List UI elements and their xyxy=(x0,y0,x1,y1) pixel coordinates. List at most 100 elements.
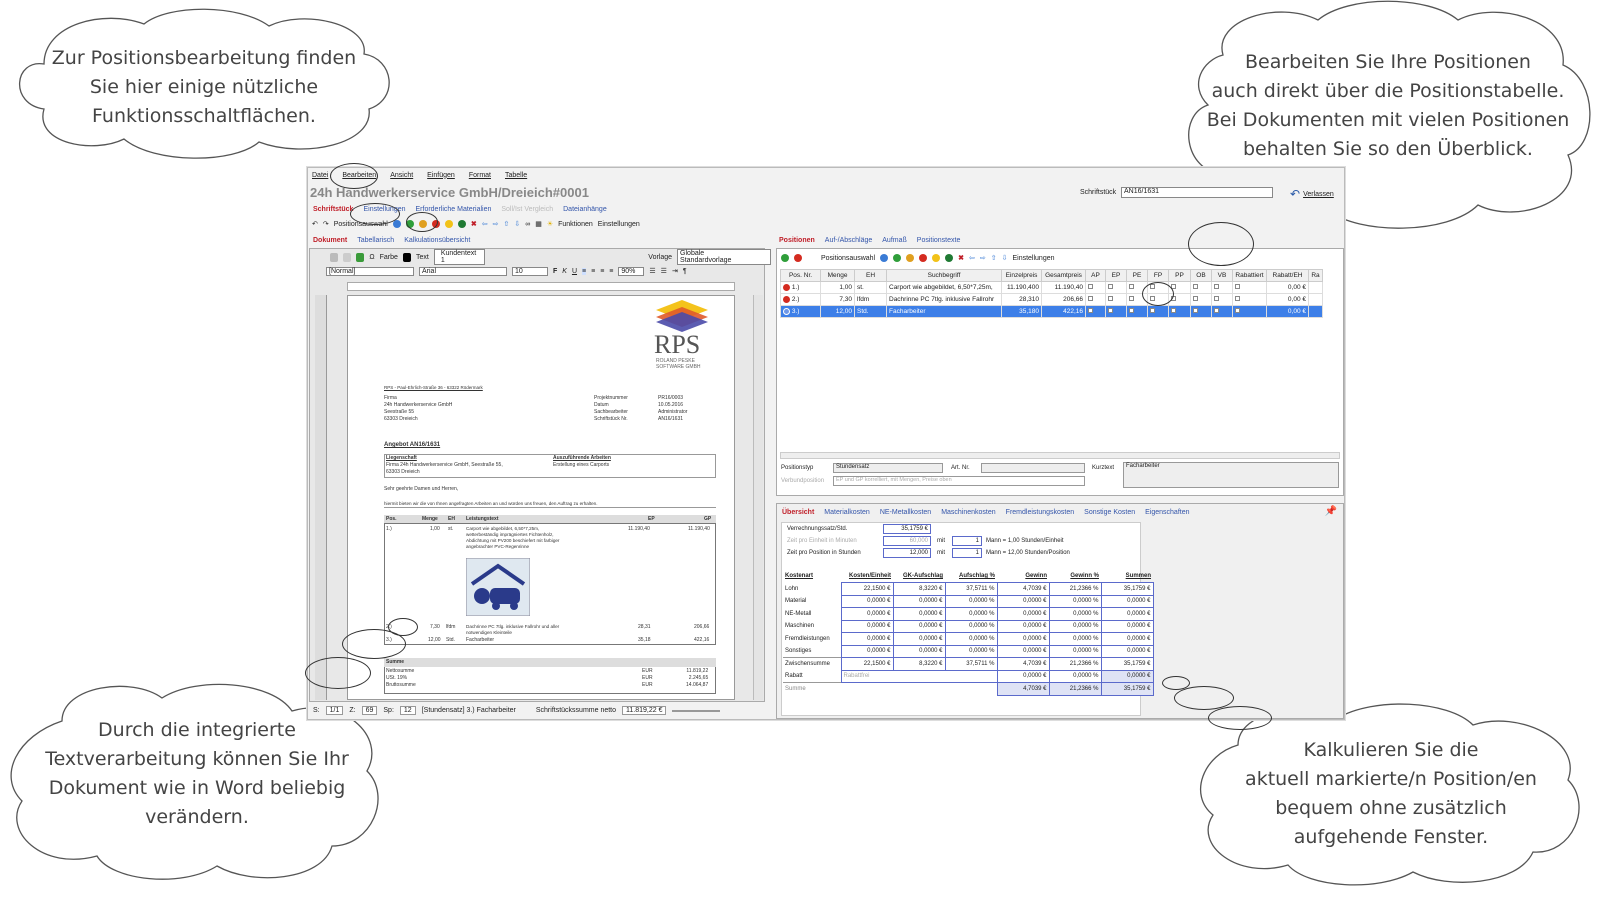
th-gesamtpreis[interactable]: Gesamtpreis xyxy=(1041,269,1086,282)
checkbox-ob[interactable] xyxy=(1193,284,1198,289)
cell-ep[interactable]: 35,180 xyxy=(1001,305,1042,318)
men-field-2[interactable]: 1 xyxy=(952,548,982,558)
th-eh[interactable]: EH xyxy=(854,269,887,282)
type-field[interactable]: Stundensatz xyxy=(833,463,943,473)
cost-gk[interactable]: 0,0000 € xyxy=(892,607,946,621)
subtotal-gk[interactable]: 8,3220 € xyxy=(892,657,946,671)
arrow-left-icon[interactable]: ⇦ xyxy=(482,220,488,228)
checkbox-ep[interactable] xyxy=(1108,284,1113,289)
checkbox-rabattiert[interactable] xyxy=(1235,284,1240,289)
subtotal-sum[interactable]: 35,1759 € xyxy=(1100,657,1154,671)
add-position-icon[interactable] xyxy=(781,254,789,262)
cost-gewinn-pct[interactable]: 0,0000 % xyxy=(1048,644,1102,658)
cost-gk[interactable]: 0,0000 € xyxy=(892,644,946,658)
document-page[interactable]: RPS ROLAND PESKE SOFTWARE GMBH RPS - Pau… xyxy=(347,295,735,700)
text-select[interactable]: Kundentext 1 xyxy=(433,249,486,265)
checkbox-ob[interactable] xyxy=(1193,296,1198,301)
th-vb[interactable]: VB xyxy=(1211,269,1233,282)
cell-search[interactable]: Facharbeiter xyxy=(886,305,1002,318)
menu-einfuegen[interactable]: Einfügen xyxy=(427,172,455,179)
cost-aufschlag[interactable]: 0,0000 % xyxy=(944,594,998,608)
positions-settings-button[interactable]: Einstellungen xyxy=(1012,255,1054,262)
justify-icon[interactable]: ≡ xyxy=(609,268,613,275)
cell-rabatt[interactable]: 0,00 € xyxy=(1266,305,1309,318)
discount-select[interactable]: Rabattfrei xyxy=(840,669,998,683)
cell-search[interactable]: Dachrinne PC 7tlg. inklusive Fallrohr xyxy=(886,293,1002,306)
cost-gewinn[interactable]: 0,0000 € xyxy=(996,644,1050,658)
pos-arrow-down-icon[interactable]: ⇩ xyxy=(1002,254,1008,262)
cost-gk[interactable]: 0,0000 € xyxy=(892,594,946,608)
cost-aufschlag[interactable]: 0,0000 % xyxy=(944,632,998,646)
bold-button[interactable]: F xyxy=(553,268,557,275)
cost-sum[interactable]: 0,0000 € xyxy=(1100,607,1154,621)
numbered-list-icon[interactable]: ☰ xyxy=(661,267,667,275)
cost-gewinn-pct[interactable]: 0,0000 % xyxy=(1048,607,1102,621)
checkbox-ep[interactable] xyxy=(1108,308,1113,313)
cell-rabatt[interactable]: 0,00 € xyxy=(1266,293,1309,306)
tab-kalkulationsuebersicht[interactable]: Kalkulationsübersicht xyxy=(401,236,473,245)
delete-icon[interactable]: ✖ xyxy=(471,220,477,228)
discount-gewinn[interactable]: 0,0000 € xyxy=(996,669,1050,683)
th-rabattiert[interactable]: Rabattiert xyxy=(1232,269,1267,282)
cell-unit[interactable]: st. xyxy=(854,281,887,294)
pos-orange-icon[interactable] xyxy=(906,254,915,262)
arrow-up-icon[interactable]: ⇧ xyxy=(503,220,509,228)
bulb-icon[interactable]: ☀ xyxy=(547,220,553,228)
th-einzelpreis[interactable]: Einzelpreis xyxy=(1001,269,1042,282)
cost-sum[interactable]: 0,0000 € xyxy=(1100,644,1154,658)
style-select[interactable]: [Normal] xyxy=(326,266,414,276)
functions-button[interactable]: Funktionen xyxy=(558,221,593,228)
position-row-selected[interactable]: 3.) 12,00 Std. Facharbeiter 35,180 422,1… xyxy=(780,305,1323,318)
checkbox-pe[interactable] xyxy=(1129,296,1134,301)
th-posnr[interactable]: Pos. Nr. xyxy=(780,269,821,282)
checkbox-ep[interactable] xyxy=(1108,296,1113,301)
checkbox-pe[interactable] xyxy=(1129,308,1134,313)
pin-icon[interactable]: 📌 xyxy=(1325,506,1337,517)
cell-unit[interactable]: Std. xyxy=(854,305,887,318)
pos-arrow-up-icon[interactable]: ⇧ xyxy=(991,254,997,262)
cost-aufschlag[interactable]: 0,0000 % xyxy=(944,644,998,658)
checkbox-ob[interactable] xyxy=(1193,308,1198,313)
tab-uebersicht[interactable]: Übersicht xyxy=(779,508,817,517)
men-field-1[interactable]: 1 xyxy=(952,536,982,546)
checkbox-fp[interactable] xyxy=(1150,308,1155,313)
checkbox-rabattiert[interactable] xyxy=(1235,296,1240,301)
th-suchbegriff[interactable]: Suchbegriff xyxy=(886,269,1002,282)
italic-button[interactable]: K xyxy=(562,268,567,275)
time-unit-field[interactable]: 60,000 xyxy=(883,536,931,546)
cost-gewinn[interactable]: 0,0000 € xyxy=(996,619,1050,633)
warning-icon[interactable] xyxy=(444,220,453,228)
blue-circle-icon[interactable] xyxy=(392,220,401,228)
tab-aufmass[interactable]: Aufmaß xyxy=(879,236,910,245)
zoom-slider[interactable] xyxy=(672,709,721,712)
checkbox-rabattiert[interactable] xyxy=(1235,308,1240,313)
size-select[interactable]: 10 xyxy=(512,266,548,276)
th-rabatt-eh[interactable]: Rabatt/EH xyxy=(1266,269,1309,282)
list-icon[interactable]: ☰ xyxy=(649,267,655,275)
horizontal-ruler[interactable] xyxy=(347,282,735,291)
vertical-scrollbar[interactable] xyxy=(753,295,763,700)
subtotal-gewinn[interactable]: 4,7039 € xyxy=(996,657,1050,671)
tab-ne-metallkosten[interactable]: NE-Metallkosten xyxy=(877,508,934,517)
th-menge[interactable]: Menge xyxy=(820,269,855,282)
th-pp[interactable]: PP xyxy=(1168,269,1191,282)
cell-ep[interactable]: 28,310 xyxy=(1001,293,1042,306)
checkbox-ap[interactable] xyxy=(1088,308,1093,313)
table-icon[interactable]: ▦ xyxy=(535,220,542,228)
cost-gewinn[interactable]: 0,0000 € xyxy=(996,607,1050,621)
cost-value[interactable]: 0,0000 € xyxy=(840,644,894,658)
cell-rabatt[interactable]: 0,00 € xyxy=(1266,281,1309,294)
menu-datei[interactable]: Datei xyxy=(312,172,328,179)
tab-tabellarisch[interactable]: Tabellarisch xyxy=(354,236,397,245)
leave-button[interactable]: ↶ Verlassen xyxy=(1290,187,1334,201)
template-select[interactable]: Globale Standardvorlage xyxy=(677,249,771,265)
tab-dateianhaenge[interactable]: Dateianhänge xyxy=(560,205,610,214)
art-nr-field[interactable] xyxy=(981,463,1085,473)
th-ra[interactable]: Ra xyxy=(1308,269,1323,282)
tab-fremdleistungskosten[interactable]: Fremdleistungskosten xyxy=(1003,508,1077,517)
cost-value[interactable]: 0,0000 € xyxy=(840,619,894,633)
omega-icon[interactable]: Ω xyxy=(369,254,374,261)
tab-soll-ist[interactable]: Soll/Ist Vergleich xyxy=(498,205,556,214)
positions-h-scrollbar[interactable] xyxy=(780,452,1340,459)
arrow-right-icon[interactable]: ⇨ xyxy=(493,220,499,228)
